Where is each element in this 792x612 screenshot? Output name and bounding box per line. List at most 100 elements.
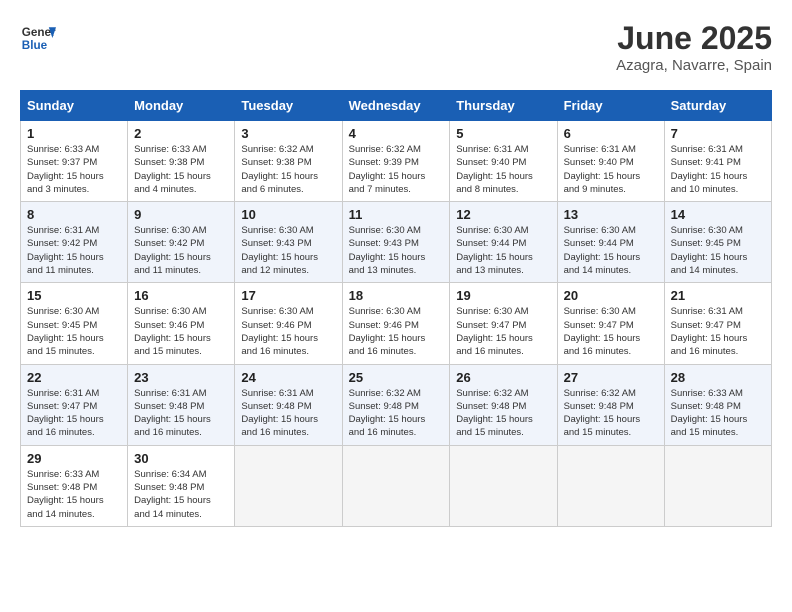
day-info: Sunrise: 6:31 AM Sunset: 9:41 PM Dayligh…: [671, 143, 765, 196]
day-number: 5: [456, 126, 550, 141]
calendar-table: SundayMondayTuesdayWednesdayThursdayFrid…: [20, 90, 772, 527]
day-number: 14: [671, 207, 765, 222]
weekday-header-tuesday: Tuesday: [235, 91, 342, 121]
day-number: 21: [671, 288, 765, 303]
day-info: Sunrise: 6:32 AM Sunset: 9:48 PM Dayligh…: [564, 387, 658, 440]
weekday-header-monday: Monday: [128, 91, 235, 121]
calendar-cell: 3 Sunrise: 6:32 AM Sunset: 9:38 PM Daylig…: [235, 121, 342, 202]
day-number: 2: [134, 126, 228, 141]
calendar-cell: 29Sunrise: 6:33 AM Sunset: 9:48 PM Dayli…: [21, 445, 128, 526]
calendar-cell: 24 Sunrise: 6:31 AM Sunset: 9:48 PM Dayli…: [235, 364, 342, 445]
calendar-week-row: 8Sunrise: 6:31 AM Sunset: 9:42 PM Daylig…: [21, 202, 772, 283]
calendar-cell: [342, 445, 450, 526]
day-number: 6: [564, 126, 658, 141]
day-number: 23: [134, 370, 228, 385]
calendar-week-row: 1Sunrise: 6:33 AM Sunset: 9:37 PM Daylig…: [21, 121, 772, 202]
calendar-cell: 17 Sunrise: 6:30 AM Sunset: 9:46 PM Dayli…: [235, 283, 342, 364]
calendar-week-row: 29Sunrise: 6:33 AM Sunset: 9:48 PM Dayli…: [21, 445, 772, 526]
calendar-cell: 22 Sunrise: 6:31 AM Sunset: 9:47 PM Dayli…: [21, 364, 128, 445]
day-info: Sunrise: 6:30 AM Sunset: 9:46 PM Dayligh…: [241, 305, 335, 358]
svg-text:Blue: Blue: [22, 39, 48, 52]
subtitle: Azagra, Navarre, Spain: [616, 57, 772, 74]
day-number: 4: [349, 126, 444, 141]
day-number: 22: [27, 370, 121, 385]
day-info: Sunrise: 6:33 AM Sunset: 9:38 PM Dayligh…: [134, 143, 228, 196]
day-number: 25: [349, 370, 444, 385]
calendar-cell: 13Sunrise: 6:30 AM Sunset: 9:44 PM Dayli…: [557, 202, 664, 283]
calendar-cell: 11 Sunrise: 6:30 AM Sunset: 9:43 PM Dayli…: [342, 202, 450, 283]
day-info: Sunrise: 6:33 AM Sunset: 9:37 PM Dayligh…: [27, 143, 121, 196]
day-number: 19: [456, 288, 550, 303]
calendar-week-row: 15 Sunrise: 6:30 AM Sunset: 9:45 PM Dayli…: [21, 283, 772, 364]
logo: General Blue: [20, 20, 56, 56]
calendar-cell: [664, 445, 771, 526]
day-number: 29: [27, 451, 121, 466]
day-info: Sunrise: 6:32 AM Sunset: 9:48 PM Dayligh…: [349, 387, 444, 440]
calendar-cell: 27 Sunrise: 6:32 AM Sunset: 9:48 PM Dayli…: [557, 364, 664, 445]
day-info: Sunrise: 6:31 AM Sunset: 9:40 PM Dayligh…: [564, 143, 658, 196]
day-info: Sunrise: 6:30 AM Sunset: 9:42 PM Dayligh…: [134, 224, 228, 277]
day-info: Sunrise: 6:34 AM Sunset: 9:48 PM Dayligh…: [134, 468, 228, 521]
day-info: Sunrise: 6:30 AM Sunset: 9:46 PM Dayligh…: [134, 305, 228, 358]
day-number: 24: [241, 370, 335, 385]
title-block: June 2025 Azagra, Navarre, Spain: [616, 20, 772, 74]
calendar-cell: 20 Sunrise: 6:30 AM Sunset: 9:47 PM Dayli…: [557, 283, 664, 364]
day-number: 7: [671, 126, 765, 141]
calendar-cell: 16Sunrise: 6:30 AM Sunset: 9:46 PM Dayli…: [128, 283, 235, 364]
weekday-header-thursday: Thursday: [450, 91, 557, 121]
day-info: Sunrise: 6:31 AM Sunset: 9:40 PM Dayligh…: [456, 143, 550, 196]
day-number: 28: [671, 370, 765, 385]
day-info: Sunrise: 6:33 AM Sunset: 9:48 PM Dayligh…: [671, 387, 765, 440]
day-info: Sunrise: 6:30 AM Sunset: 9:45 PM Dayligh…: [671, 224, 765, 277]
calendar-cell: [557, 445, 664, 526]
calendar-cell: [235, 445, 342, 526]
calendar-cell: 12 Sunrise: 6:30 AM Sunset: 9:44 PM Dayli…: [450, 202, 557, 283]
day-number: 27: [564, 370, 658, 385]
day-info: Sunrise: 6:30 AM Sunset: 9:43 PM Dayligh…: [349, 224, 444, 277]
page-header: General Blue June 2025 Azagra, Navarre, …: [20, 20, 772, 74]
calendar-cell: 25 Sunrise: 6:32 AM Sunset: 9:48 PM Dayli…: [342, 364, 450, 445]
calendar-cell: 14 Sunrise: 6:30 AM Sunset: 9:45 PM Dayli…: [664, 202, 771, 283]
day-info: Sunrise: 6:32 AM Sunset: 9:38 PM Dayligh…: [241, 143, 335, 196]
weekday-header-wednesday: Wednesday: [342, 91, 450, 121]
calendar-body: 1Sunrise: 6:33 AM Sunset: 9:37 PM Daylig…: [21, 121, 772, 527]
calendar-cell: 10Sunrise: 6:30 AM Sunset: 9:43 PM Dayli…: [235, 202, 342, 283]
weekday-header-saturday: Saturday: [664, 91, 771, 121]
day-number: 12: [456, 207, 550, 222]
calendar-cell: 21 Sunrise: 6:31 AM Sunset: 9:47 PM Dayli…: [664, 283, 771, 364]
calendar-cell: 18 Sunrise: 6:30 AM Sunset: 9:46 PM Dayli…: [342, 283, 450, 364]
day-info: Sunrise: 6:30 AM Sunset: 9:47 PM Dayligh…: [564, 305, 658, 358]
calendar-cell: 30 Sunrise: 6:34 AM Sunset: 9:48 PM Dayli…: [128, 445, 235, 526]
day-info: Sunrise: 6:32 AM Sunset: 9:48 PM Dayligh…: [456, 387, 550, 440]
calendar-cell: 6 Sunrise: 6:31 AM Sunset: 9:40 PM Daylig…: [557, 121, 664, 202]
day-number: 17: [241, 288, 335, 303]
calendar-cell: 2 Sunrise: 6:33 AM Sunset: 9:38 PM Daylig…: [128, 121, 235, 202]
day-info: Sunrise: 6:30 AM Sunset: 9:47 PM Dayligh…: [456, 305, 550, 358]
day-number: 15: [27, 288, 121, 303]
calendar-cell: 5 Sunrise: 6:31 AM Sunset: 9:40 PM Daylig…: [450, 121, 557, 202]
weekday-header-sunday: Sunday: [21, 91, 128, 121]
day-number: 9: [134, 207, 228, 222]
day-info: Sunrise: 6:30 AM Sunset: 9:45 PM Dayligh…: [27, 305, 121, 358]
calendar-cell: 23Sunrise: 6:31 AM Sunset: 9:48 PM Dayli…: [128, 364, 235, 445]
day-number: 11: [349, 207, 444, 222]
day-number: 18: [349, 288, 444, 303]
day-info: Sunrise: 6:31 AM Sunset: 9:48 PM Dayligh…: [241, 387, 335, 440]
day-number: 26: [456, 370, 550, 385]
weekday-header-friday: Friday: [557, 91, 664, 121]
calendar-week-row: 22 Sunrise: 6:31 AM Sunset: 9:47 PM Dayli…: [21, 364, 772, 445]
day-info: Sunrise: 6:30 AM Sunset: 9:46 PM Dayligh…: [349, 305, 444, 358]
day-number: 30: [134, 451, 228, 466]
day-info: Sunrise: 6:30 AM Sunset: 9:44 PM Dayligh…: [564, 224, 658, 277]
calendar-cell: 26 Sunrise: 6:32 AM Sunset: 9:48 PM Dayli…: [450, 364, 557, 445]
day-number: 8: [27, 207, 121, 222]
calendar-cell: 7 Sunrise: 6:31 AM Sunset: 9:41 PM Daylig…: [664, 121, 771, 202]
calendar-cell: 28 Sunrise: 6:33 AM Sunset: 9:48 PM Dayli…: [664, 364, 771, 445]
day-number: 10: [241, 207, 335, 222]
day-info: Sunrise: 6:30 AM Sunset: 9:44 PM Dayligh…: [456, 224, 550, 277]
day-info: Sunrise: 6:31 AM Sunset: 9:47 PM Dayligh…: [27, 387, 121, 440]
day-info: Sunrise: 6:31 AM Sunset: 9:47 PM Dayligh…: [671, 305, 765, 358]
day-number: 3: [241, 126, 335, 141]
main-title: June 2025: [616, 20, 772, 57]
day-number: 20: [564, 288, 658, 303]
